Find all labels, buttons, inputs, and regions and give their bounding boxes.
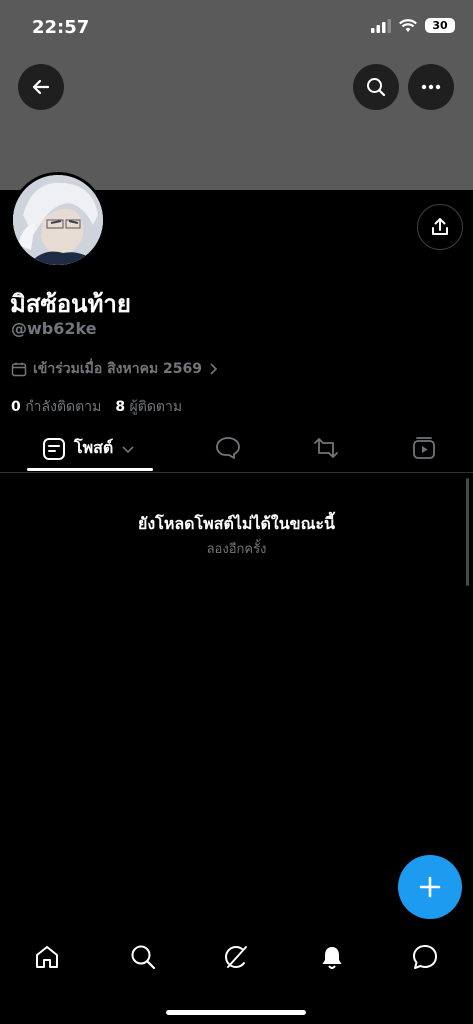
search-button[interactable] <box>353 64 399 110</box>
messages-icon <box>413 945 437 969</box>
nav-grok[interactable] <box>222 943 252 973</box>
nav-home[interactable] <box>33 943 63 973</box>
more-button[interactable] <box>408 64 454 110</box>
active-tab-indicator <box>27 468 153 471</box>
battery-indicator: 30 <box>425 18 455 33</box>
follow-stats: 0 กำลังติดตาม 8 ผู้ติดตาม <box>11 396 182 418</box>
cellular-signal-icon <box>371 18 391 33</box>
more-icon <box>421 84 441 90</box>
compose-icon <box>419 876 441 898</box>
retry-link[interactable]: ลองอีกครั้ง <box>0 538 473 559</box>
home-indicator <box>166 1010 306 1015</box>
tab-posts-label: โพสต์ <box>74 438 114 457</box>
nav-notifications[interactable] <box>318 943 348 973</box>
joined-text: เข้าร่วมเมื่อ สิงหาคม 2569 <box>33 361 203 377</box>
share-icon <box>432 218 448 235</box>
followers-count: 8 <box>115 399 126 415</box>
back-button[interactable] <box>18 64 64 110</box>
scrollbar[interactable] <box>466 478 469 586</box>
back-icon <box>32 79 50 95</box>
grok-icon <box>225 946 247 968</box>
followers-link[interactable]: 8 ผู้ติดตาม <box>115 396 182 418</box>
followers-label: ผู้ติดตาม <box>129 399 183 415</box>
tab-posts[interactable]: โพสต์ <box>42 436 135 461</box>
following-link[interactable]: 0 กำลังติดตาม <box>11 396 101 418</box>
calendar-icon <box>11 362 27 377</box>
status-indicators: 30 <box>371 18 455 33</box>
tab-replies[interactable] <box>215 436 241 464</box>
home-icon <box>36 946 58 968</box>
avatar[interactable] <box>10 172 106 268</box>
nav-messages[interactable] <box>411 943 441 973</box>
following-label: กำลังติดตาม <box>25 399 102 415</box>
explore-icon <box>131 945 156 970</box>
profile-name: มิสซ้อนท้าย <box>10 290 131 318</box>
notifications-icon <box>322 947 342 969</box>
status-time: 22:57 <box>32 17 90 38</box>
joined-date[interactable]: เข้าร่วมเมื่อ สิงหาคม 2569 <box>11 358 218 380</box>
tab-media[interactable] <box>412 436 436 464</box>
compose-button[interactable] <box>398 855 462 919</box>
avatar-image <box>13 175 103 265</box>
chevron-right-icon <box>210 363 218 375</box>
search-icon <box>367 78 386 97</box>
chevron-down-icon <box>122 445 134 453</box>
media-icon <box>413 437 435 459</box>
share-profile-button[interactable] <box>417 204 463 250</box>
empty-state-title: ยังโหลดโพสต์ไม่ได้ในขณะนี้ <box>138 514 335 533</box>
wifi-icon <box>399 18 417 32</box>
following-count: 0 <box>11 399 21 415</box>
replies-icon <box>216 437 240 459</box>
nav-explore[interactable] <box>129 943 159 973</box>
posts-icon <box>43 437 65 460</box>
tab-reposts[interactable] <box>313 436 339 464</box>
reposts-icon <box>314 438 338 458</box>
profile-handle: @wb62ke <box>11 319 97 338</box>
